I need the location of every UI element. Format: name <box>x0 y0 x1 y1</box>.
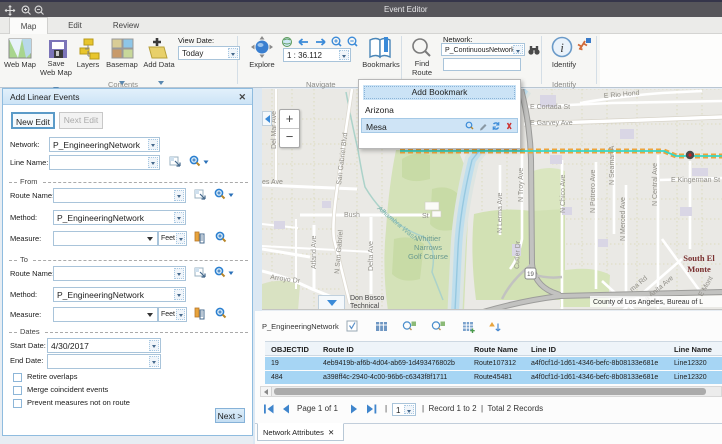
svg-text:Whittier: Whittier <box>415 234 441 243</box>
svg-text:E Cortada St: E Cortada St <box>530 104 570 111</box>
svg-text:Don Bosco: Don Bosco <box>350 295 384 302</box>
svg-text:Technical: Technical <box>350 303 380 310</box>
svg-text:N Seaman A: N Seaman A <box>609 145 616 185</box>
svg-text:i: i <box>560 40 564 55</box>
svg-text:N Chico Ave: N Chico Ave <box>560 175 567 213</box>
svg-text:San Gabriel Blvd: San Gabriel Blvd <box>336 132 349 185</box>
svg-text:E Garvey Ave: E Garvey Ave <box>530 120 573 127</box>
svg-text:E Kingerman St: E Kingerman St <box>671 177 720 184</box>
svg-text:South El: South El <box>683 253 715 263</box>
svg-text:N Lerma Ave: N Lerma Ave <box>497 193 504 233</box>
svg-text:Del Mar Ave: Del Mar Ave <box>271 111 278 149</box>
svg-text:Atland Ave: Atland Ave <box>311 236 318 269</box>
svg-text:Golf Course: Golf Course <box>408 252 448 261</box>
svg-text:E Rio Hond: E Rio Hond <box>604 90 640 100</box>
svg-text:N Potrero Ave: N Potrero Ave <box>590 169 597 213</box>
svg-text:Narrows: Narrows <box>414 243 442 252</box>
svg-text:N Central Ave: N Central Ave <box>652 163 659 206</box>
svg-text:Delta Ave: Delta Ave <box>368 241 375 271</box>
svg-text:County of Los Angeles, Bureau: County of Los Angeles, Bureau of L <box>593 299 703 306</box>
svg-text:Bush: Bush <box>344 212 360 219</box>
svg-text:Cutler Dr: Cutler Dr <box>514 240 522 269</box>
svg-text:Monte: Monte <box>687 264 711 274</box>
svg-text:es Ave: es Ave <box>262 179 283 186</box>
svg-text:19: 19 <box>527 272 534 278</box>
svg-text:N Merced Ave: N Merced Ave <box>620 197 627 241</box>
svg-text:St: St <box>422 213 429 220</box>
svg-text:N Troy Ave: N Troy Ave <box>518 168 525 202</box>
